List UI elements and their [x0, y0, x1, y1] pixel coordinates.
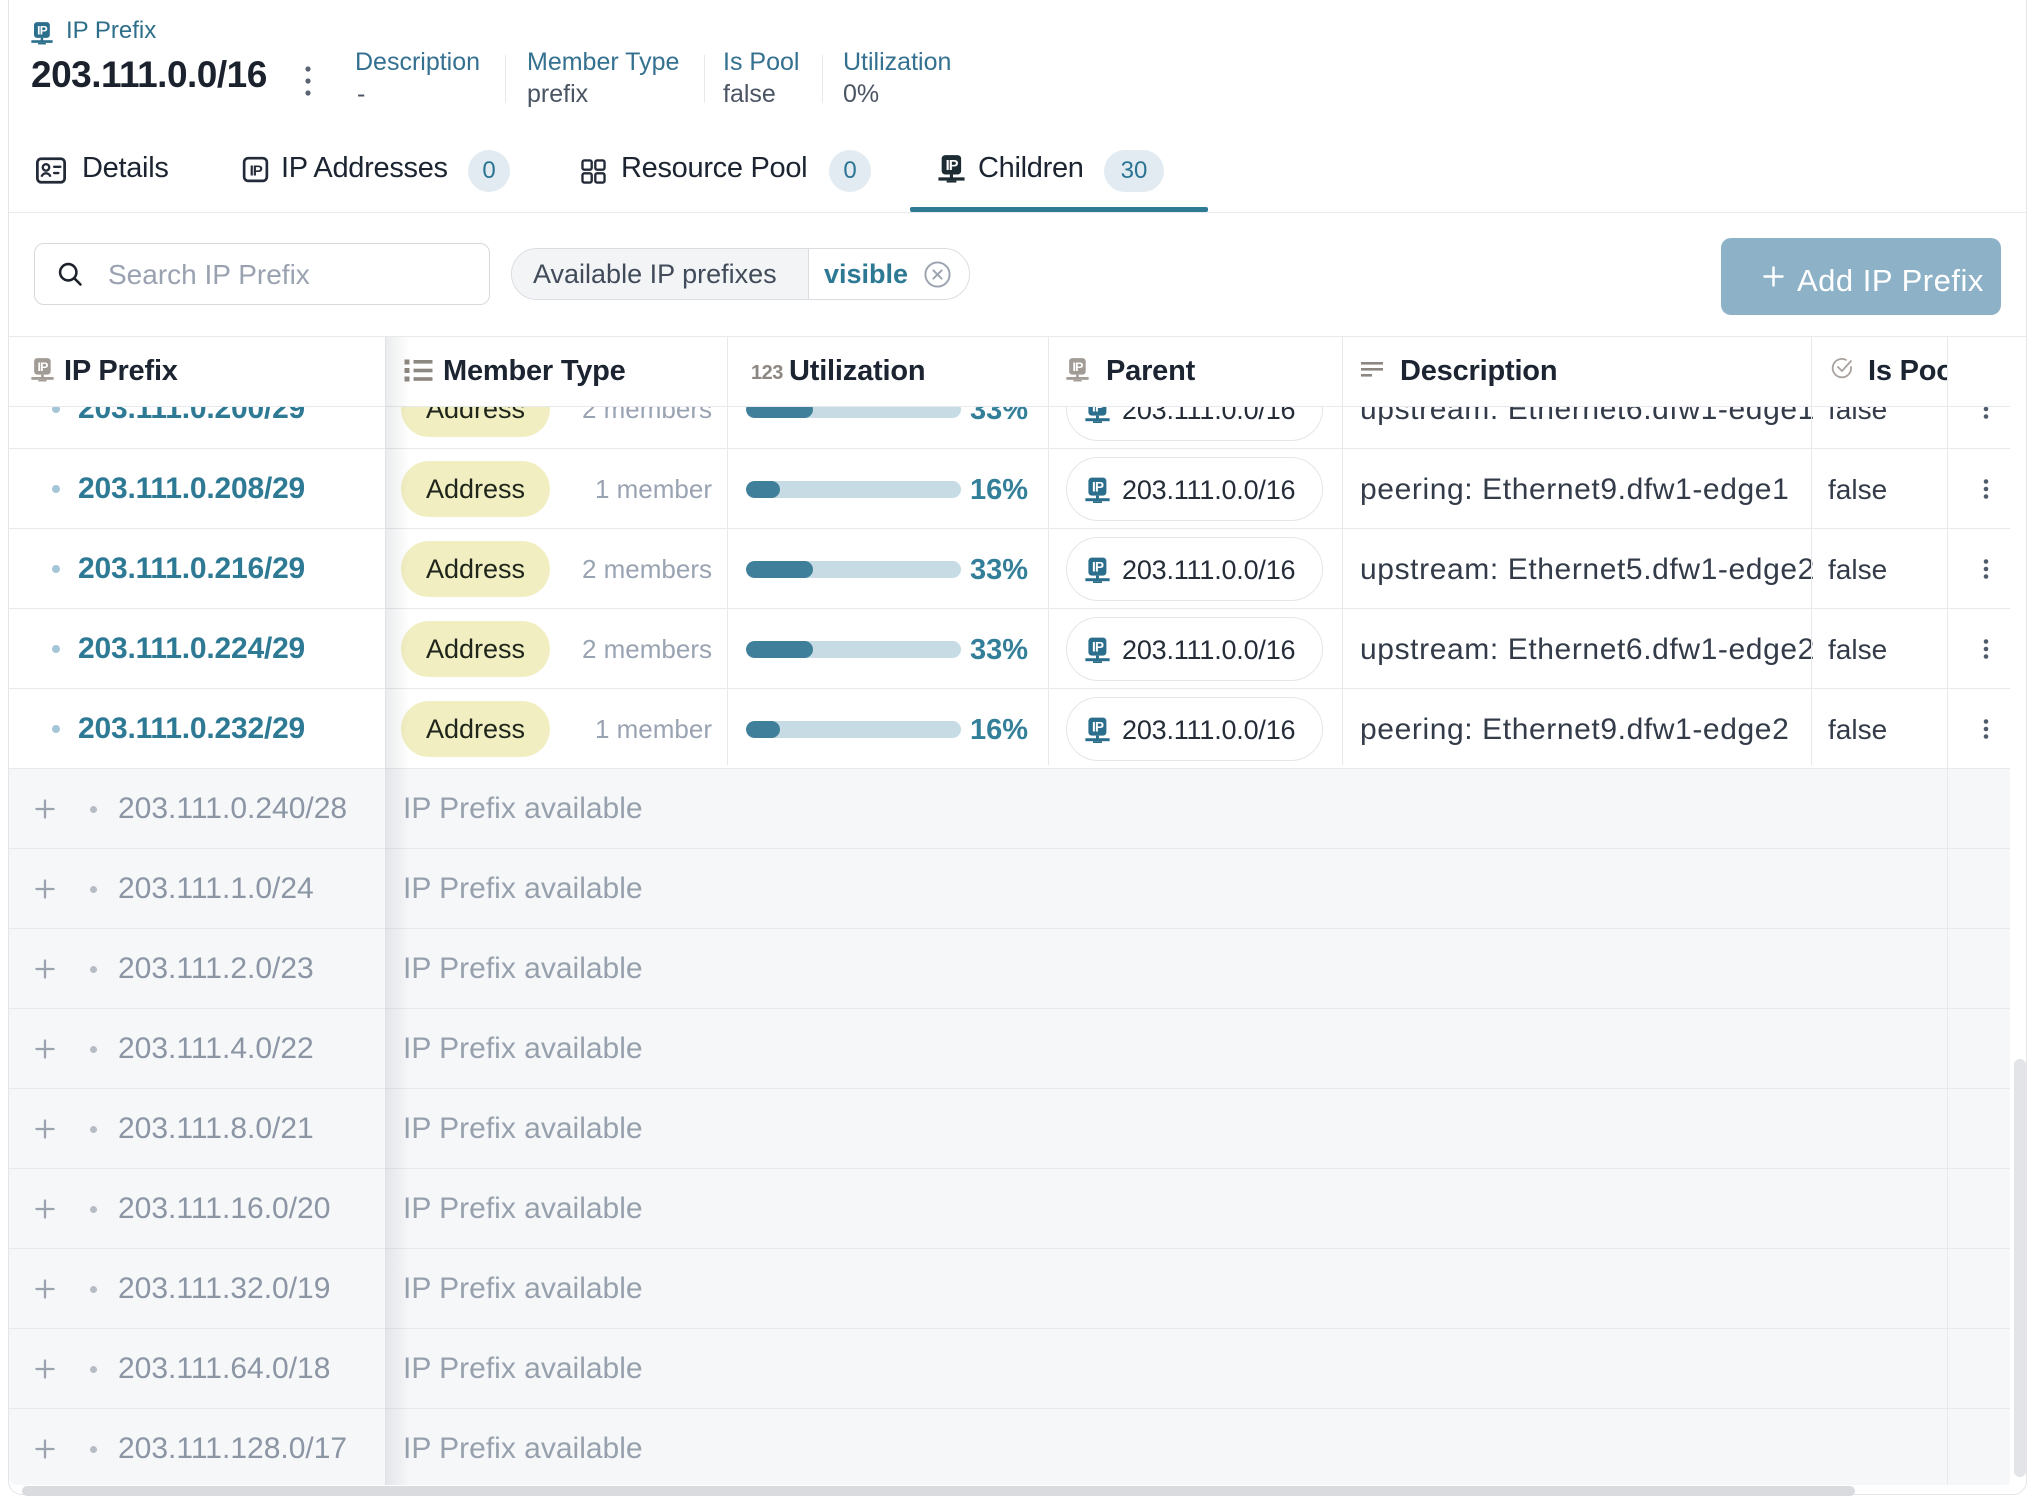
svg-text:IP: IP — [1072, 360, 1083, 374]
svg-text:IP: IP — [250, 163, 263, 180]
svg-text:IP: IP — [1092, 480, 1104, 495]
svg-text:IP: IP — [1092, 720, 1104, 735]
svg-text:IP: IP — [1092, 407, 1104, 415]
svg-text:IP: IP — [37, 360, 48, 374]
svg-text:IP: IP — [37, 23, 48, 37]
svg-text:IP: IP — [1092, 560, 1104, 575]
svg-text:IP: IP — [946, 158, 959, 174]
svg-text:IP: IP — [1092, 640, 1104, 655]
